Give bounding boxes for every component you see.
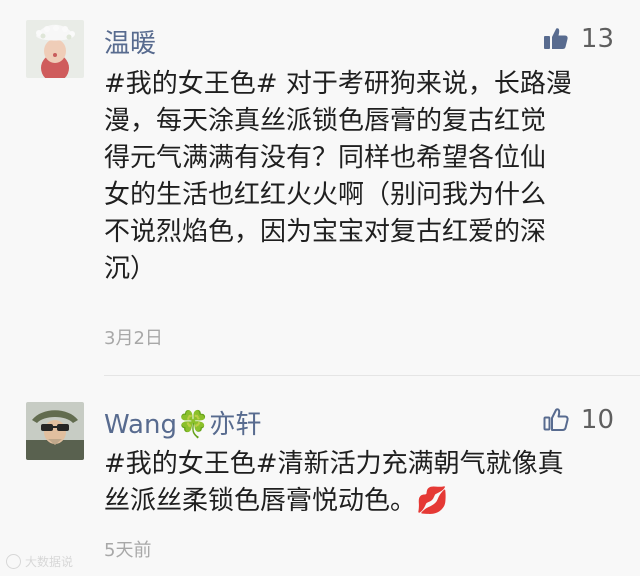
- comment-author[interactable]: Wang🍀亦轩: [104, 404, 261, 441]
- comment-line: 漫，每天涂真丝派锁色唇膏的复古红觉: [104, 106, 547, 136]
- watermark-text: 大数据说: [25, 555, 74, 569]
- avatar-image: [26, 402, 84, 460]
- comment-content: #我的女王色#清新活力充满朝气就像真 丝派丝柔锁色唇膏悦动色。💋: [104, 446, 618, 520]
- clover-emoji: 🍀: [176, 410, 210, 440]
- avatar[interactable]: [26, 20, 84, 78]
- watermark: 大数据说: [6, 553, 73, 570]
- comment-author[interactable]: 温暖: [104, 23, 156, 60]
- comment-line: #我的女王色# 对于考研狗来说，长路漫: [104, 69, 572, 99]
- comment-line: 不说烈焰色，因为宝宝对复古红爱的深: [104, 217, 547, 247]
- watermark-logo-icon: [6, 554, 21, 569]
- comment-date: 5天前: [104, 540, 152, 561]
- comment-line: 沉）: [104, 254, 157, 284]
- like-button[interactable]: 13: [543, 22, 614, 56]
- comment-content: #我的女王色# 对于考研狗来说，长路漫 漫，每天涂真丝派锁色唇膏的复古红觉 得元…: [104, 66, 618, 288]
- author-prefix: Wang: [104, 410, 177, 440]
- comment-item: Wang🍀亦轩 10 #我的女王色#清新活力充满朝气就像真 丝派丝柔锁色唇膏悦动…: [0, 376, 640, 576]
- avatar[interactable]: [26, 402, 84, 460]
- thumbs-up-filled-icon: [543, 28, 568, 49]
- comment-item: 温暖 13 #我的女王色# 对于考研狗来说，长路漫 漫，每天涂真丝派锁色唇膏的复…: [0, 0, 640, 376]
- like-button[interactable]: 10: [543, 403, 614, 437]
- comment-line: 得元气满满有没有？同样也希望各位仙: [104, 143, 547, 173]
- thumbs-up-outline-icon: [543, 408, 569, 431]
- author-suffix: 亦轩: [209, 410, 262, 440]
- comment-line: #我的女王色#清新活力充满朝气就像真: [104, 449, 564, 479]
- comment-date: 3月2日: [104, 328, 163, 349]
- comment-line: 女的生活也红红火火啊（别问我为什么: [104, 180, 547, 210]
- avatar-image: [26, 20, 84, 78]
- like-count: 10: [580, 405, 614, 435]
- like-count: 13: [580, 24, 614, 54]
- comment-line: 丝派丝柔锁色唇膏悦动色。💋: [104, 486, 449, 516]
